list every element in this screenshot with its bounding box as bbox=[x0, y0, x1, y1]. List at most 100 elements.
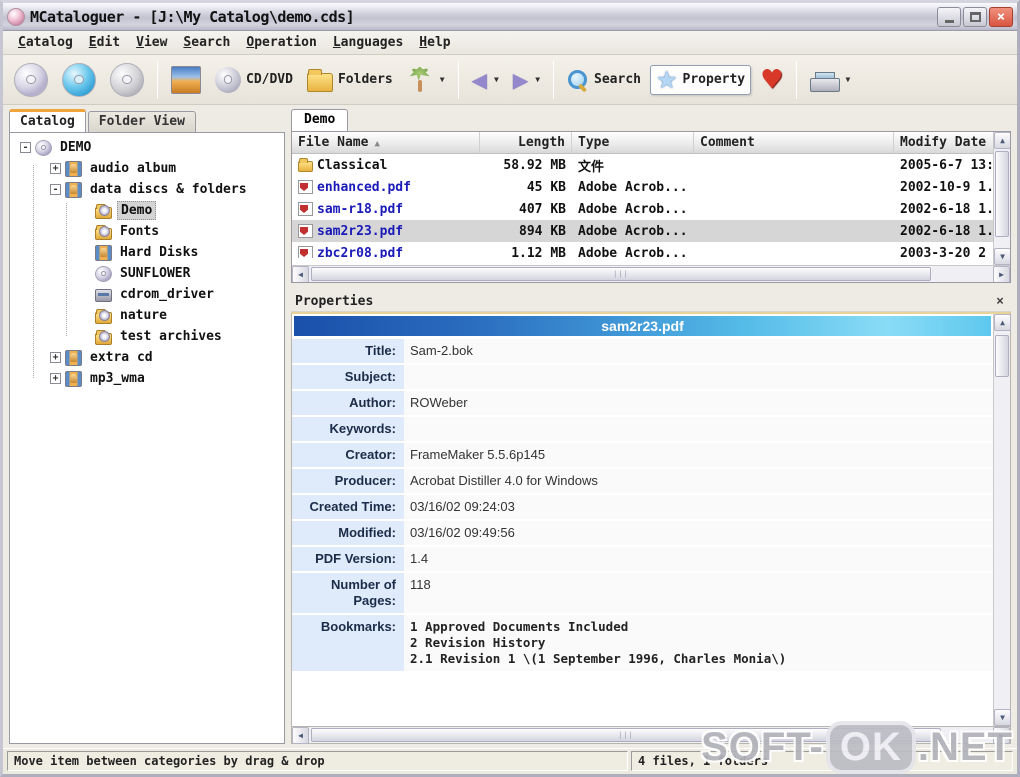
expand-icon[interactable]: + bbox=[50, 163, 61, 174]
file-row-zbc2r08-pdf[interactable]: zbc2r08.pdf 1.12 MB Adobe Acrob... 2003-3-2… bbox=[292, 242, 993, 258]
property-row-subject: Subject: bbox=[292, 365, 993, 391]
tree-item-cdrom-driver[interactable]: cdrom_driver bbox=[10, 284, 284, 305]
menu-item-edit[interactable]: Edit bbox=[82, 33, 127, 52]
cell-modify_date: 2002-6-18 1. bbox=[900, 201, 993, 217]
menu-item-catalog[interactable]: Catalog bbox=[11, 33, 80, 52]
watermark-part2: OK bbox=[825, 721, 916, 774]
properties-body: sam2r23.pdf Title: Sam-2.bok Subject: Autho… bbox=[291, 312, 1011, 727]
properties-close-icon[interactable]: × bbox=[993, 294, 1007, 309]
file-list-horizontal-scrollbar[interactable]: ◀ ||| ▶ bbox=[292, 265, 1010, 282]
property-label: Keywords: bbox=[292, 417, 404, 441]
watermark-part3: .NET bbox=[917, 725, 1013, 769]
file-row-sam2r23-pdf[interactable]: sam2r23.pdf 894 KB Adobe Acrob... 2002-6-18… bbox=[292, 220, 993, 242]
tab-demo[interactable]: Demo bbox=[291, 109, 349, 131]
search-label: Search bbox=[594, 72, 641, 87]
scrollbar-thumb[interactable]: ||| bbox=[311, 267, 931, 281]
dropdown-icon[interactable]: ▼ bbox=[494, 75, 499, 84]
toolbar-separator bbox=[553, 60, 555, 99]
scroll-down-icon[interactable]: ▼ bbox=[994, 248, 1010, 265]
scroll-left-icon[interactable]: ◀ bbox=[292, 266, 309, 282]
cd-dvd-label: CD/DVD bbox=[246, 72, 293, 87]
tree-item-fonts[interactable]: Fonts bbox=[10, 221, 284, 242]
cell-modify_date: 2003-3-20 2 bbox=[900, 245, 987, 259]
property-label: Author: bbox=[292, 391, 404, 415]
menu-item-help[interactable]: Help bbox=[412, 33, 457, 52]
minimize-button[interactable] bbox=[937, 6, 961, 27]
back-button[interactable]: ◀ ▼ bbox=[467, 65, 504, 95]
pdf-icon bbox=[298, 180, 313, 194]
file-name-label: enhanced.pdf bbox=[317, 179, 411, 195]
tree-item-label: Fonts bbox=[120, 224, 160, 239]
catalog-tree: - DEMO + audio album - data discs & folders De… bbox=[9, 132, 285, 744]
close-button[interactable]: × bbox=[989, 6, 1013, 27]
collapse-icon[interactable]: - bbox=[50, 184, 61, 195]
scroll-left-icon[interactable]: ◀ bbox=[292, 727, 309, 744]
file-row-enhanced-pdf[interactable]: enhanced.pdf 45 KB Adobe Acrob... 2002-10-9… bbox=[292, 176, 993, 198]
scrollbar-thumb[interactable] bbox=[995, 335, 1009, 377]
tree-item-demo[interactable]: - DEMO bbox=[10, 137, 284, 158]
column-header-length[interactable]: Length bbox=[480, 132, 572, 153]
tree-item-nature[interactable]: nature bbox=[10, 305, 284, 326]
property-value: 1 Approved Documents Included 2 Revision … bbox=[404, 615, 993, 671]
tree-item-label: SUNFLOWER bbox=[120, 266, 191, 281]
property-label: Title: bbox=[292, 339, 404, 363]
menu-item-languages[interactable]: Languages bbox=[326, 33, 410, 52]
column-header-modify-date[interactable]: Modify Date bbox=[894, 132, 993, 153]
tab-catalog[interactable]: Catalog bbox=[9, 109, 86, 132]
print-button[interactable]: ▼ bbox=[805, 65, 855, 95]
column-header-file-name[interactable]: File Name ▲ bbox=[292, 132, 480, 153]
file-list-vertical-scrollbar[interactable]: ▲ ▼ bbox=[993, 132, 1010, 265]
cell-type: Adobe Acrob... bbox=[578, 201, 688, 217]
menu-item-operation[interactable]: Operation bbox=[239, 33, 323, 52]
menu-bar: Catalog Edit View Search Operation Languages H… bbox=[3, 31, 1017, 55]
cell-length: 58.92 MB bbox=[503, 157, 566, 173]
property-value: ROWeber bbox=[404, 391, 993, 415]
category-icon bbox=[95, 244, 112, 261]
property-row-producer: Producer: Acrobat Distiller 4.0 for Windo… bbox=[292, 469, 993, 495]
disc-silver-button[interactable] bbox=[9, 60, 53, 100]
scrollbar-thumb[interactable] bbox=[995, 151, 1009, 237]
cd-dvd-button[interactable]: CD/DVD bbox=[210, 64, 298, 96]
dropdown-icon[interactable]: ▼ bbox=[535, 75, 540, 84]
scroll-up-icon[interactable]: ▲ bbox=[994, 314, 1011, 331]
folders-button[interactable]: Folders bbox=[302, 64, 398, 95]
tree-item-hard-disks[interactable]: Hard Disks bbox=[10, 242, 284, 263]
search-button[interactable]: Search bbox=[562, 66, 646, 94]
tree-item-data-discs-folders[interactable]: - data discs & folders bbox=[10, 179, 284, 200]
properties-panel: Properties × sam2r23.pdf Title: Sam-2.bok… bbox=[291, 292, 1011, 744]
properties-vertical-scrollbar[interactable]: ▲ ▼ bbox=[993, 314, 1011, 726]
scroll-right-icon[interactable]: ▶ bbox=[993, 266, 1010, 282]
file-row-classical[interactable]: Classical 58.92 MB 文件 2005-6-7 13: bbox=[292, 154, 993, 176]
tree-item-audio-album[interactable]: + audio album bbox=[10, 158, 284, 179]
tree-item-sunflower[interactable]: SUNFLOWER bbox=[10, 263, 284, 284]
photo-button[interactable] bbox=[166, 63, 206, 97]
tree-item-extra-cd[interactable]: + extra cd bbox=[10, 347, 284, 368]
tree-view-button[interactable]: ▼ bbox=[402, 63, 450, 97]
maximize-button[interactable] bbox=[963, 6, 987, 27]
dropdown-icon[interactable]: ▼ bbox=[440, 75, 445, 84]
forward-button[interactable]: ▶ ▼ bbox=[508, 65, 545, 95]
collapse-icon[interactable]: - bbox=[20, 142, 31, 153]
column-header-type[interactable]: Type bbox=[572, 132, 694, 153]
property-row-pdf-version: PDF Version: 1.4 bbox=[292, 547, 993, 573]
property-value bbox=[404, 365, 993, 389]
expand-icon[interactable]: + bbox=[50, 373, 61, 384]
disc-gray-button[interactable] bbox=[105, 60, 149, 100]
tree-item-test-archives[interactable]: test archives bbox=[10, 326, 284, 347]
favorites-button[interactable]: ♥ bbox=[755, 65, 788, 95]
tree-item-mp3-wma[interactable]: + mp3_wma bbox=[10, 368, 284, 389]
property-button[interactable]: ★ Property bbox=[650, 64, 752, 95]
tree-item-demo[interactable]: Demo bbox=[10, 200, 284, 221]
menu-item-view[interactable]: View bbox=[129, 33, 174, 52]
disc-blue-button[interactable] bbox=[57, 60, 101, 100]
file-row-sam-r18-pdf[interactable]: sam-r18.pdf 407 KB Adobe Acrob... 2002-6-18… bbox=[292, 198, 993, 220]
column-header-comment[interactable]: Comment bbox=[694, 132, 894, 153]
toolbar-separator bbox=[157, 60, 158, 99]
content-area: Demo File Name ▲ Length Type Comment Modify D… bbox=[291, 109, 1011, 744]
dropdown-icon[interactable]: ▼ bbox=[845, 75, 850, 84]
app-window: MCataloguer - [J:\My Catalog\demo.cds] ×… bbox=[0, 0, 1020, 777]
menu-item-search[interactable]: Search bbox=[176, 33, 237, 52]
tab-folder-view[interactable]: Folder View bbox=[87, 111, 196, 132]
expand-icon[interactable]: + bbox=[50, 352, 61, 363]
scroll-up-icon[interactable]: ▲ bbox=[994, 132, 1010, 149]
